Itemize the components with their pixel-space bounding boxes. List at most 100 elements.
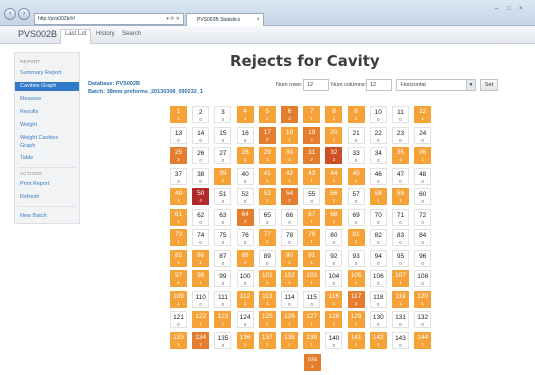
sidebar-item-print-report[interactable]: Print Report <box>15 180 79 189</box>
sidebar-item-weight-cavities-graph[interactable]: Weight Cavities Graph <box>15 134 67 150</box>
cavity-cell[interactable]: 114 0 <box>281 290 298 308</box>
cavity-cell[interactable]: 66 0 <box>281 208 298 226</box>
cavity-cell[interactable]: 53 1 <box>258 188 276 205</box>
cavity-cell[interactable]: 81 <box>325 106 343 123</box>
cavity-cell[interactable]: 125 1 <box>258 311 276 328</box>
cavity-cell[interactable]: 144 1 <box>414 331 432 349</box>
cavity-cell[interactable]: 30 1 <box>281 147 298 164</box>
cavity-cell[interactable]: 105 1 <box>347 270 365 287</box>
cavity-cell[interactable]: 39 1 <box>214 167 232 185</box>
cavity-cell[interactable]: 64 2 <box>236 208 254 226</box>
cavity-cell[interactable]: 65 0 <box>258 208 276 226</box>
cavity-cell[interactable]: 30 <box>214 106 232 123</box>
cavity-cell[interactable]: 21 0 <box>347 126 365 144</box>
cavity-cell[interactable]: 71 0 <box>392 208 409 226</box>
cavity-cell[interactable]: 122 1 <box>192 311 210 328</box>
cavity-cell[interactable]: 109 1 <box>170 290 187 308</box>
browser-tab[interactable]: PVS002B Statistics × <box>186 13 264 26</box>
cavity-cell[interactable]: 51 0 <box>214 188 232 205</box>
cavity-cell[interactable]: 81 1 <box>347 229 365 246</box>
cavity-cell[interactable]: 12 1 <box>414 106 432 123</box>
cavity-cell[interactable]: 58 1 <box>369 188 387 205</box>
cavity-cell[interactable]: 50 4 <box>192 188 210 205</box>
cavity-cell[interactable]: 73 1 <box>170 229 187 246</box>
sidebar-item-weight[interactable]: Weight <box>15 121 79 130</box>
cavity-cell[interactable]: 14 0 <box>192 126 210 144</box>
cavity-cell[interactable]: 36 1 <box>414 147 432 164</box>
cavity-cell[interactable]: 117 2 <box>347 290 365 308</box>
maximize-icon[interactable]: □ <box>507 6 511 12</box>
sidebar-item-refresh[interactable]: Refresh <box>15 193 79 202</box>
nav-search[interactable]: Search <box>122 31 141 37</box>
cavity-cell[interactable]: 20 <box>192 106 210 123</box>
cavity-cell[interactable]: 49 1 <box>170 188 187 205</box>
cavity-cell[interactable]: 130 0 <box>369 311 387 328</box>
cavity-cell[interactable]: 129 1 <box>347 311 365 328</box>
sidebar-item-table[interactable]: Table <box>15 154 79 163</box>
cavity-cell[interactable]: 77 1 <box>258 229 276 246</box>
cavity-cell[interactable]: 89 0 <box>258 249 276 267</box>
cavity-cell[interactable]: 108 0 <box>414 270 432 287</box>
cavity-cell[interactable]: 55 0 <box>303 188 321 205</box>
cavity-cell[interactable]: 35 1 <box>392 147 409 164</box>
cavity-cell[interactable]: 23 0 <box>392 126 409 144</box>
cavity-cell[interactable]: 18 1 <box>281 126 298 144</box>
cavity-na-cell[interactable]: n/a 2 <box>304 354 321 371</box>
sidebar-item-summary-report[interactable]: Summary Report <box>15 69 79 78</box>
cavity-cell[interactable]: 100 0 <box>236 270 254 287</box>
cavity-cell[interactable]: 93 0 <box>347 249 365 267</box>
cavity-cell[interactable]: 45 1 <box>347 167 365 185</box>
sidebar-item-cavities-graph[interactable]: Cavities Graph <box>15 82 79 91</box>
cavity-cell[interactable]: 28 1 <box>236 147 254 164</box>
cavity-cell[interactable]: 43 1 <box>303 167 321 185</box>
cavity-cell[interactable]: 57 0 <box>347 188 365 205</box>
cavity-cell[interactable]: 38 0 <box>192 167 210 185</box>
cavity-cell[interactable]: 119 1 <box>392 290 409 308</box>
cavity-cell[interactable]: 83 0 <box>392 229 409 246</box>
cavity-cell[interactable]: 63 0 <box>214 208 232 226</box>
cavity-cell[interactable]: 138 1 <box>281 331 298 349</box>
cavity-cell[interactable]: 127 1 <box>303 311 321 328</box>
sidebar-item-results[interactable]: Results <box>15 108 79 117</box>
cavity-cell[interactable]: 78 0 <box>281 229 298 246</box>
cavity-cell[interactable]: 120 1 <box>414 290 432 308</box>
cavity-cell[interactable]: 11 0 <box>392 106 409 123</box>
cavity-cell[interactable]: 104 0 <box>325 270 343 287</box>
cavity-cell[interactable]: 87 0 <box>214 249 232 267</box>
cavity-cell[interactable]: 131 0 <box>392 311 409 328</box>
cavity-cell[interactable]: 112 1 <box>236 290 254 308</box>
orientation-select[interactable]: Horizontal ▼ <box>396 79 476 91</box>
cavity-cell[interactable]: 19 2 <box>303 126 321 144</box>
cavity-cell[interactable]: 116 1 <box>325 290 343 308</box>
cavity-cell[interactable]: 111 0 <box>214 290 232 308</box>
back-arrow-icon[interactable]: ‹ <box>4 8 16 20</box>
cavity-cell[interactable]: 25 2 <box>170 147 187 164</box>
cavity-cell[interactable]: 62 0 <box>192 208 210 226</box>
cavity-cell[interactable]: 123 1 <box>214 311 232 328</box>
cavity-cell[interactable]: 124 0 <box>236 311 254 328</box>
cavity-cell[interactable]: 113 1 <box>258 290 276 308</box>
cavity-cell[interactable]: 137 1 <box>258 331 276 349</box>
sidebar-item-measure[interactable]: Measure <box>15 95 79 104</box>
cavity-cell[interactable]: 94 0 <box>369 249 387 267</box>
cavity-cell[interactable]: 34 0 <box>369 147 387 164</box>
cavity-cell[interactable]: 140 0 <box>325 331 343 349</box>
cavity-cell[interactable]: 79 1 <box>303 229 321 246</box>
cavity-cell[interactable]: 99 0 <box>214 270 232 287</box>
nav-last-lot[interactable]: Last Lot <box>60 29 92 44</box>
close-window-icon[interactable]: × <box>519 6 523 12</box>
cavity-cell[interactable]: 70 0 <box>369 208 387 226</box>
cavity-cell[interactable]: 96 0 <box>414 249 432 267</box>
num-rows-input[interactable]: 12 <box>303 79 329 91</box>
cavity-cell[interactable]: 62 <box>281 106 298 123</box>
cavity-cell[interactable]: 11 <box>170 106 187 123</box>
cavity-cell[interactable]: 13 0 <box>170 126 187 144</box>
cavity-cell[interactable]: 95 0 <box>392 249 409 267</box>
cavity-cell[interactable]: 20 1 <box>325 126 343 144</box>
cavity-cell[interactable]: 143 0 <box>392 331 409 349</box>
cavity-cell[interactable]: 22 0 <box>369 126 387 144</box>
cavity-cell[interactable]: 69 0 <box>347 208 365 226</box>
cavity-cell[interactable]: 106 0 <box>369 270 387 287</box>
cavity-cell[interactable]: 48 0 <box>414 167 432 185</box>
cavity-cell[interactable]: 141 1 <box>347 331 365 349</box>
